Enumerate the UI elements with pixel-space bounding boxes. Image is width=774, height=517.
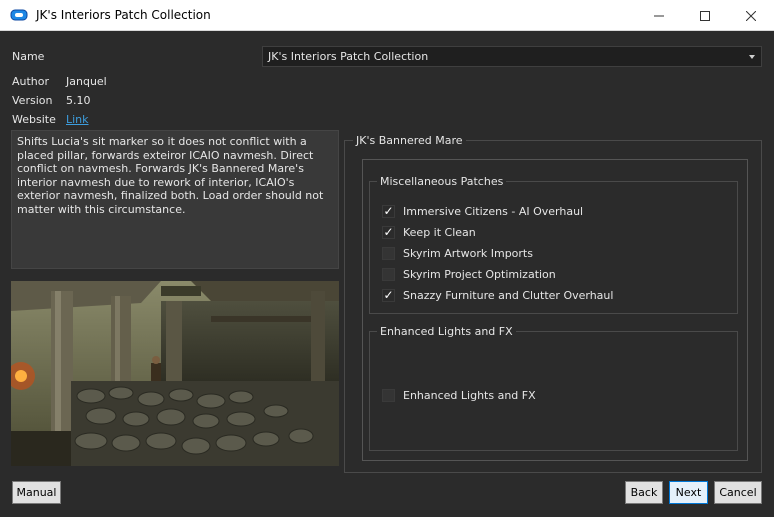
version-label: Version <box>12 94 53 107</box>
manual-button[interactable]: Manual <box>12 481 61 504</box>
checkbox[interactable] <box>382 267 395 281</box>
back-button[interactable]: Back <box>625 481 663 504</box>
checkbox[interactable] <box>382 246 395 260</box>
author-label: Author <box>12 75 50 88</box>
website-label: Website <box>12 113 56 126</box>
description-box: Shifts Lucia's sit marker so it does not… <box>11 130 339 269</box>
option-snazzy-furniture[interactable]: ✓ Snazzy Furniture and Clutter Overhaul <box>382 287 613 303</box>
lights-group-title: Enhanced Lights and FX <box>377 325 516 338</box>
window-title: JK's Interiors Patch Collection <box>36 8 211 22</box>
option-enhanced-lights-fx[interactable]: Enhanced Lights and FX <box>382 387 536 403</box>
website-link[interactable]: Link <box>66 113 89 126</box>
option-keep-it-clean[interactable]: ✓ Keep it Clean <box>382 224 476 240</box>
author-value: Janquel <box>66 75 107 88</box>
name-label: Name <box>12 50 45 63</box>
check-icon[interactable]: ✓ <box>382 288 395 302</box>
misc-group-title: Miscellaneous Patches <box>377 175 507 188</box>
chevron-down-icon <box>749 55 755 59</box>
maximize-button[interactable] <box>682 0 728 31</box>
checkbox[interactable] <box>382 388 395 402</box>
check-icon[interactable]: ✓ <box>382 204 395 218</box>
check-icon[interactable]: ✓ <box>382 225 395 239</box>
app-icon <box>10 9 28 21</box>
option-immersive-citizens[interactable]: ✓ Immersive Citizens - AI Overhaul <box>382 203 583 219</box>
option-skyrim-artwork-imports[interactable]: Skyrim Artwork Imports <box>382 245 533 261</box>
preview-image <box>11 281 339 466</box>
name-combobox[interactable]: JK's Interiors Patch Collection <box>262 46 762 67</box>
close-button[interactable] <box>728 0 774 31</box>
version-value: 5.10 <box>66 94 91 107</box>
title-bar: JK's Interiors Patch Collection <box>0 0 774 31</box>
name-value: JK's Interiors Patch Collection <box>268 50 429 63</box>
option-skyrim-project-optimization[interactable]: Skyrim Project Optimization <box>382 266 556 282</box>
minimize-button[interactable] <box>636 0 682 31</box>
cancel-button[interactable]: Cancel <box>714 481 762 504</box>
next-button[interactable]: Next <box>669 481 708 504</box>
options-group-title: JK's Bannered Mare <box>353 134 466 147</box>
